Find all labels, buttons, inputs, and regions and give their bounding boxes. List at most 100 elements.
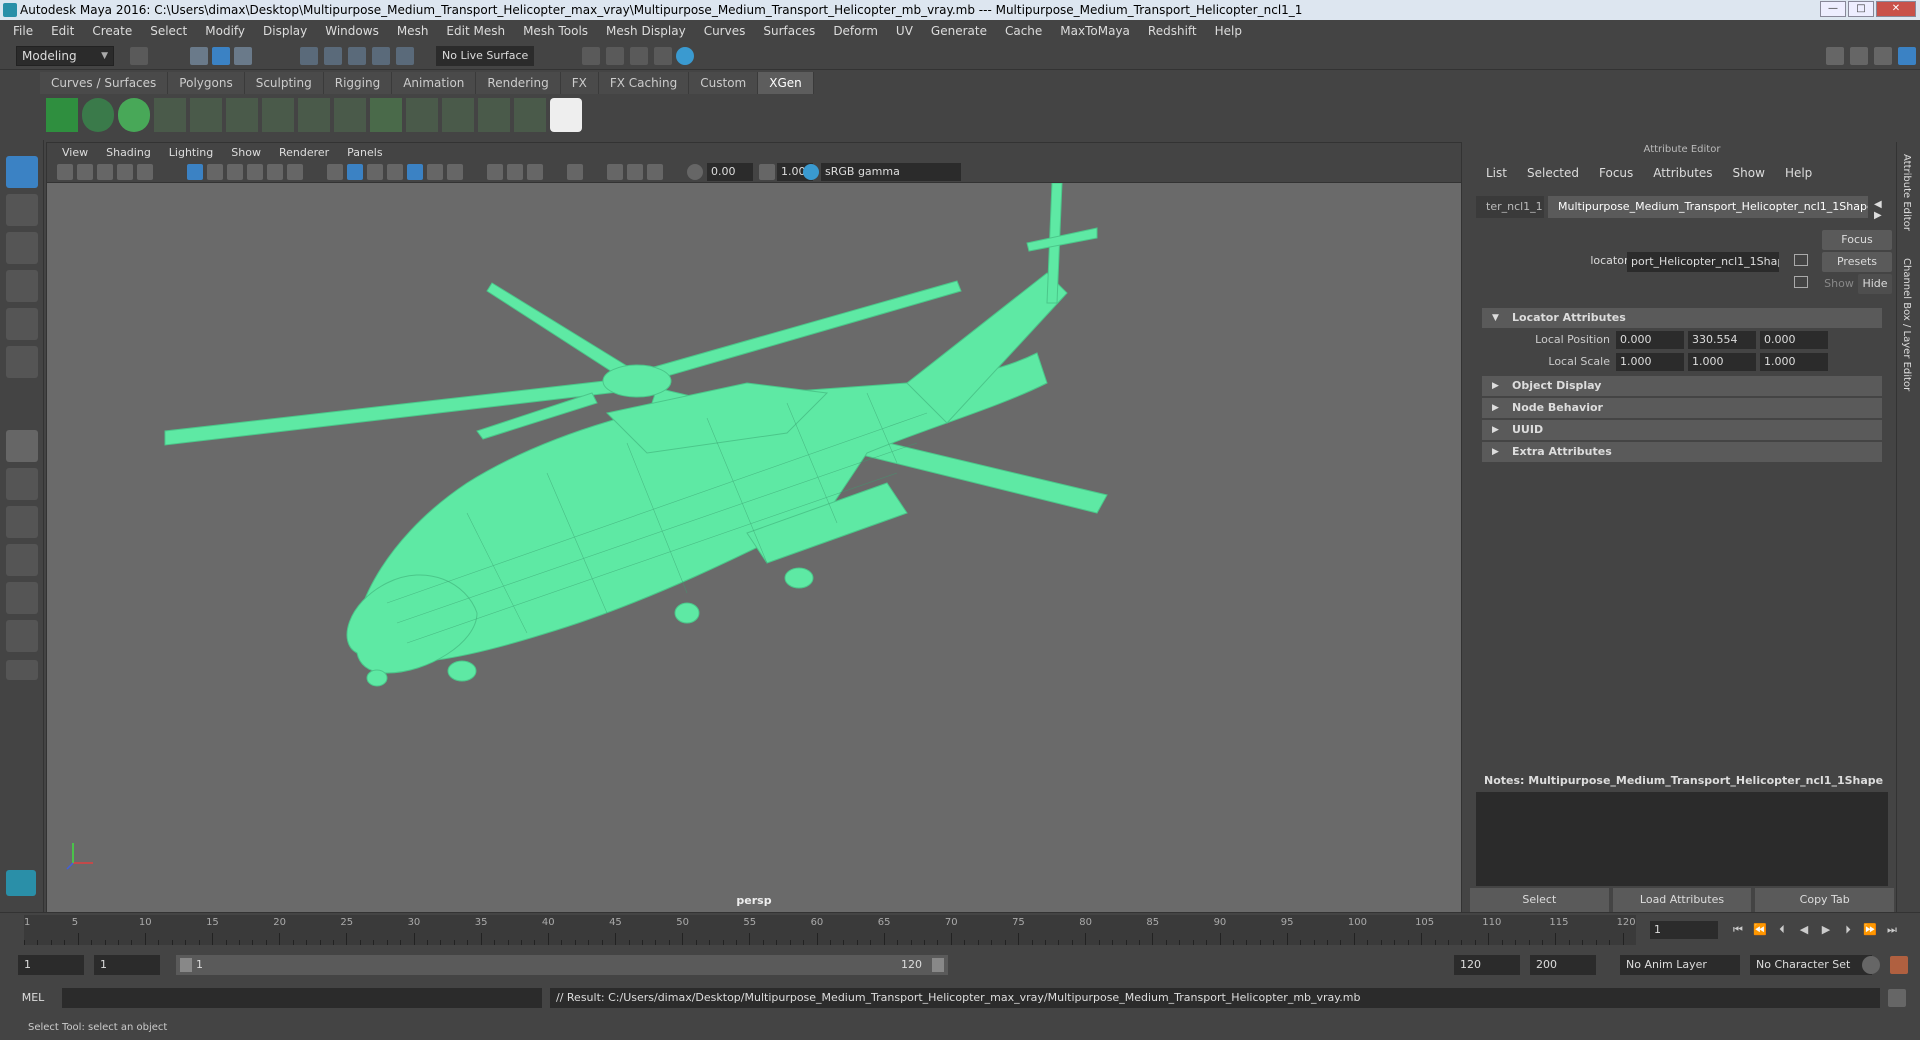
color-management-icon[interactable] [803,164,819,180]
vp-menu-renderer[interactable]: Renderer [270,146,338,159]
menu-mesh-tools[interactable]: Mesh Tools [514,24,597,38]
shelf-tab-xgen[interactable]: XGen [758,72,814,94]
ae-menu-show[interactable]: Show [1723,164,1775,182]
xgen-add-guide-icon[interactable] [226,98,258,132]
gate-mask-icon[interactable] [247,164,263,180]
section-node-behavior[interactable]: ▶ Node Behavior [1482,398,1882,418]
tab-scroll-arrows-icon[interactable]: ◀ ▶ [1874,199,1888,221]
hypershade-icon[interactable] [654,47,672,65]
timeline-track[interactable]: 1 5 10 15 20 25 30 35 40 45 50 55 60 65 70 75 80 85 90 95 1… [24,915,1636,945]
render-frame-icon[interactable] [582,47,600,65]
xgen-delete-guide-icon[interactable] [514,98,546,132]
playback-end-field[interactable]: 120 [1454,955,1520,975]
xgen-bend-icon[interactable] [406,98,438,132]
graph-layout-icon[interactable] [6,582,38,614]
shelf-tab-rigging[interactable]: Rigging [323,72,393,94]
menu-maxtomaya[interactable]: MaxToMaya [1051,24,1139,38]
ae-copy-tab-button[interactable]: Copy Tab [1755,888,1895,912]
bookmark-icon[interactable] [97,164,113,180]
menu-deform[interactable]: Deform [824,24,887,38]
select-object-icon[interactable] [212,47,230,65]
menu-edit[interactable]: Edit [42,24,83,38]
xgen-layers-icon[interactable] [370,98,402,132]
menu-edit-mesh[interactable]: Edit Mesh [437,24,514,38]
play-forward-icon[interactable]: ▶ [1818,923,1834,937]
xgen-description-icon[interactable] [118,98,150,132]
animation-start-field[interactable]: 1 [18,955,84,975]
anim-layer-select[interactable]: No Anim Layer [1620,955,1740,975]
render-settings-icon[interactable] [630,47,648,65]
close-button[interactable]: ✕ [1876,1,1916,17]
ae-menu-attributes[interactable]: Attributes [1643,164,1722,182]
minimize-button[interactable]: — [1820,1,1846,17]
go-to-start-icon[interactable]: ⏮ [1730,923,1746,937]
select-tool-icon[interactable] [6,156,38,188]
viewport-canvas[interactable]: persp [47,183,1461,913]
ambient-occlusion-icon[interactable] [487,164,503,180]
xgen-normalize-icon[interactable] [478,98,510,132]
folder-icon[interactable] [130,47,148,65]
script-editor-icon[interactable] [1888,989,1906,1007]
local-scale-y[interactable]: 1.000 [1688,353,1756,371]
anti-aliasing-icon[interactable] [527,164,543,180]
camera-icon[interactable] [57,164,73,180]
xgen-editor-icon[interactable] [46,98,78,132]
image-plane-icon[interactable] [117,164,133,180]
local-scale-z[interactable]: 1.000 [1760,353,1828,371]
menu-mesh[interactable]: Mesh [388,24,438,38]
snap-view-icon[interactable] [372,47,390,65]
snap-grid-icon[interactable] [300,47,318,65]
range-handle-left-icon[interactable] [180,958,192,972]
range-handle-right-icon[interactable] [932,958,944,972]
step-back-key-icon[interactable]: ⏪ [1752,923,1768,937]
ae-tab-shape[interactable]: Multipurpose_Medium_Transport_Helicopter… [1548,196,1868,218]
menu-modify[interactable]: Modify [196,24,254,38]
select-component-icon[interactable] [234,47,252,65]
menu-file[interactable]: File [4,24,42,38]
step-forward-frame-icon[interactable]: ⏵ [1840,923,1856,937]
section-uuid[interactable]: ▶ UUID [1482,420,1882,440]
xray-joints-icon[interactable] [607,164,623,180]
film-gate-icon[interactable] [207,164,223,180]
current-frame-field[interactable]: 1 [1650,921,1718,939]
command-input[interactable] [62,988,542,1008]
use-all-lights-icon[interactable] [427,164,443,180]
lasso-tool-icon[interactable] [6,194,38,226]
live-surface-field[interactable]: No Live Surface [436,46,534,66]
wireframe-icon[interactable] [327,164,343,180]
ae-menu-focus[interactable]: Focus [1589,164,1643,182]
playback-start-field[interactable]: 1 [94,955,160,975]
local-position-x[interactable]: 0.000 [1616,331,1684,349]
backface-icon[interactable] [647,164,663,180]
grid-icon[interactable] [187,164,203,180]
shelf-tab-fx[interactable]: FX [560,72,599,94]
section-extra-attributes[interactable]: ▶ Extra Attributes [1482,442,1882,462]
go-to-input-icon[interactable] [1794,254,1808,266]
xgen-lock-guide-icon[interactable] [298,98,330,132]
vp-menu-show[interactable]: Show [222,146,270,159]
character-set-select[interactable]: No Character Set [1750,955,1872,975]
scale-tool-icon[interactable] [6,346,38,378]
local-position-y[interactable]: 330.554 [1688,331,1756,349]
panel-toggle-icon[interactable] [1874,47,1892,65]
menu-cache[interactable]: Cache [996,24,1051,38]
camera-attrs-icon[interactable] [77,164,93,180]
locator-name-field[interactable]: port_Helicopter_ncl1_1Shape [1627,252,1779,272]
script-language-toggle[interactable]: MEL [6,988,60,1008]
ae-menu-help[interactable]: Help [1775,164,1822,182]
motion-blur-icon[interactable] [507,164,523,180]
color-space-select[interactable]: sRGB gamma [821,163,961,181]
local-scale-x[interactable]: 1.000 [1616,353,1684,371]
single-view-icon[interactable] [6,430,38,462]
xgen-rebuild-icon[interactable] [334,98,366,132]
rotate-tool-icon[interactable] [6,308,38,340]
ae-load-attributes-button[interactable]: Load Attributes [1612,888,1752,912]
mode-select[interactable]: Modeling [16,46,114,66]
ae-menu-selected[interactable]: Selected [1517,164,1589,182]
attribute-editor-side-tab[interactable]: Attribute Editor [1901,154,1912,231]
notes-textarea[interactable] [1476,792,1888,886]
menu-help[interactable]: Help [1206,24,1251,38]
shelf-tab-custom[interactable]: Custom [689,72,759,94]
shelf-tab-animation[interactable]: Animation [392,72,477,94]
vp-menu-shading[interactable]: Shading [97,146,160,159]
